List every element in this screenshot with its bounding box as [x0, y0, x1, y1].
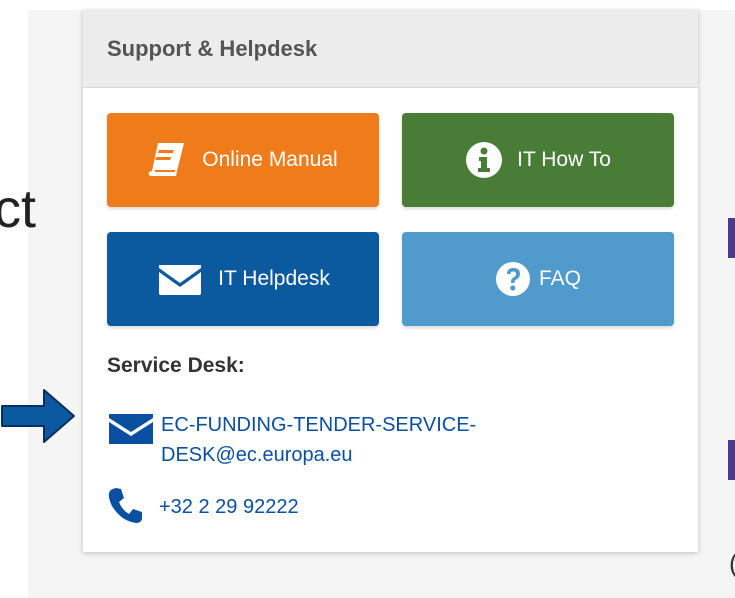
book-icon — [148, 141, 188, 179]
it-how-to-label: IT How To — [517, 148, 611, 171]
support-helpdesk-panel: Support & Helpdesk Online Manual IT How … — [83, 10, 698, 552]
background-accent-mark — [728, 218, 735, 258]
pointer-arrow-icon — [1, 389, 75, 443]
faq-button[interactable]: FAQ — [402, 232, 674, 326]
panel-title: Support & Helpdesk — [107, 35, 318, 61]
background-accent-mark — [728, 440, 735, 480]
it-helpdesk-button[interactable]: IT Helpdesk — [107, 232, 379, 326]
service-desk-email-row: EC-FUNDING-TENDER-SERVICE-DESK@ec.europa… — [107, 410, 521, 470]
online-manual-button[interactable]: Online Manual — [107, 113, 379, 207]
it-how-to-button[interactable]: IT How To — [402, 113, 674, 207]
it-helpdesk-label: IT Helpdesk — [218, 267, 330, 290]
question-circle-icon — [495, 261, 531, 297]
info-circle-icon — [465, 141, 503, 179]
phone-icon — [107, 486, 143, 529]
background-edge-glyph: ( — [729, 548, 735, 579]
background-partial-text: ct — [0, 179, 37, 239]
online-manual-label: Online Manual — [202, 148, 338, 171]
envelope-icon — [156, 261, 204, 297]
envelope-icon — [107, 412, 155, 470]
service-desk-email-link[interactable]: EC-FUNDING-TENDER-SERVICE-DESK@ec.europa… — [161, 410, 521, 470]
service-desk-heading: Service Desk: — [107, 354, 245, 377]
faq-label: FAQ — [538, 267, 581, 290]
service-desk-phone-row: +32 2 29 92222 — [107, 486, 299, 529]
panel-header: Support & Helpdesk — [83, 10, 698, 88]
service-desk-phone-link[interactable]: +32 2 29 92222 — [159, 496, 299, 519]
